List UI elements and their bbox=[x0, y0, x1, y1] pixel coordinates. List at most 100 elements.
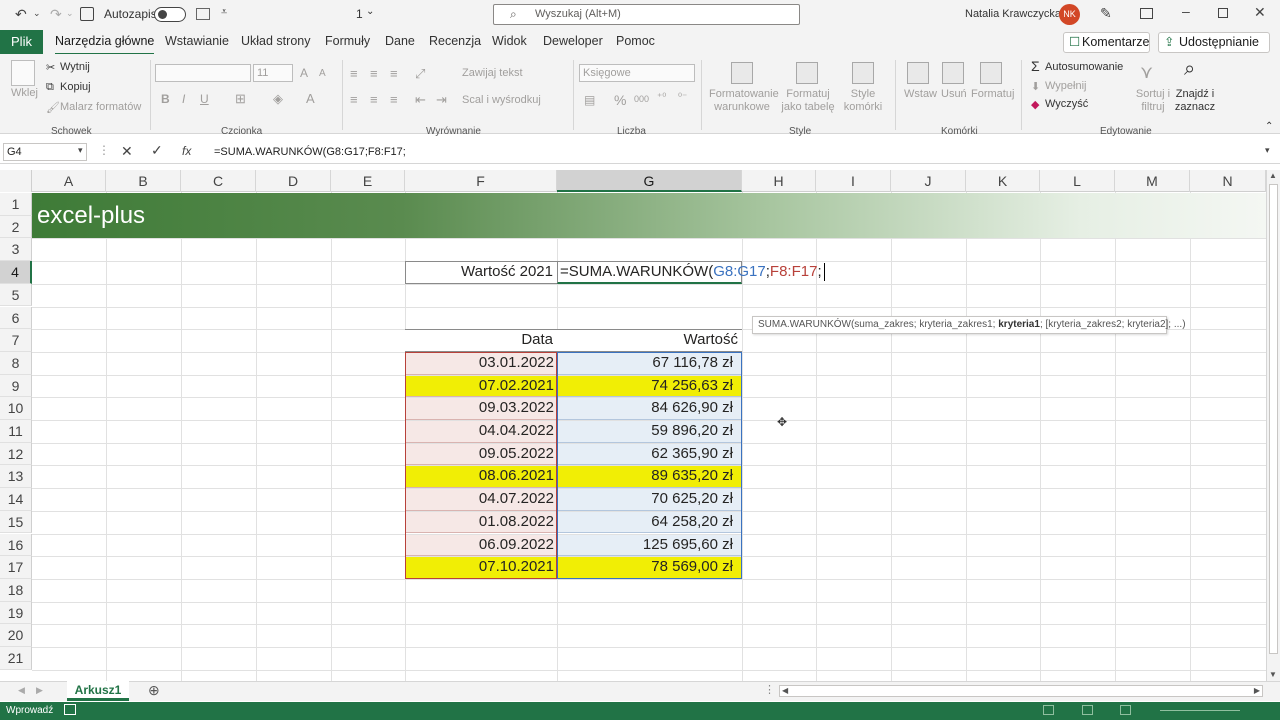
tab-developer[interactable]: Deweloper bbox=[543, 34, 603, 48]
row-header-8[interactable]: 8 bbox=[0, 351, 32, 375]
function-tooltip[interactable]: SUMA.WARUNKÓW(suma_zakres; kryteria_zakr… bbox=[752, 316, 1186, 334]
name-box-dropdown-icon[interactable]: ▾ bbox=[78, 145, 83, 156]
row-header-1[interactable]: 1 bbox=[0, 193, 32, 216]
find-icon[interactable]: ⌕ bbox=[1184, 58, 1195, 81]
autosave-toggle[interactable] bbox=[154, 7, 186, 22]
align-left-icon[interactable]: ≡ bbox=[350, 92, 358, 107]
row-header-5[interactable]: 5 bbox=[0, 283, 32, 307]
next-sheet-icon[interactable]: ▶ bbox=[36, 685, 43, 696]
redo-icon[interactable]: ↷ bbox=[50, 6, 62, 23]
chevron-down-icon[interactable]: ⌄ bbox=[366, 6, 374, 17]
format-cells-icon[interactable] bbox=[980, 62, 1002, 84]
sheet-tab-arkusz1[interactable]: Arkusz1 bbox=[67, 681, 129, 701]
font-color-icon[interactable]: A bbox=[306, 91, 315, 106]
fill-icon[interactable]: ⬇ bbox=[1031, 80, 1040, 93]
clear-icon[interactable]: ◆ bbox=[1031, 98, 1039, 111]
sort-filter-icon[interactable]: ⋎ bbox=[1140, 62, 1153, 83]
avatar[interactable]: NK bbox=[1059, 4, 1080, 25]
row-header-17[interactable]: 17 bbox=[0, 556, 32, 579]
undo-dropdown-icon[interactable]: ⌄ bbox=[33, 8, 41, 19]
page-break-view-icon[interactable] bbox=[1120, 705, 1131, 715]
column-header-j[interactable]: J bbox=[891, 170, 966, 192]
fill-button[interactable]: Wypełnij bbox=[1045, 80, 1086, 92]
column-header-n[interactable]: N bbox=[1190, 170, 1266, 192]
decrease-decimal-icon[interactable]: ⁰⁻ bbox=[678, 92, 687, 103]
underline-button[interactable]: U bbox=[200, 92, 209, 106]
fill-color-icon[interactable]: ◈ bbox=[273, 91, 283, 107]
format-button[interactable]: Formatuj bbox=[971, 88, 1014, 100]
insert-function-icon[interactable]: fx bbox=[182, 144, 191, 158]
format-painter-button[interactable]: Malarz formatów bbox=[60, 101, 141, 113]
row-header-21[interactable]: 21 bbox=[0, 647, 32, 670]
column-header-b[interactable]: B bbox=[106, 170, 181, 192]
scroll-up-icon[interactable]: ▲ bbox=[1269, 171, 1277, 180]
wrap-text-button[interactable]: Zawijaj tekst bbox=[462, 67, 523, 79]
align-right-icon[interactable]: ≡ bbox=[390, 92, 398, 107]
insert-cells-icon[interactable] bbox=[907, 62, 929, 84]
format-painter-icon[interactable]: 🖌 bbox=[46, 101, 60, 114]
row-header-3[interactable]: 3 bbox=[0, 238, 32, 262]
row-header-4[interactable]: 4 bbox=[0, 261, 32, 284]
column-header-c[interactable]: C bbox=[181, 170, 256, 192]
font-name-field[interactable] bbox=[155, 64, 251, 82]
page-layout-view-icon[interactable] bbox=[1082, 705, 1093, 715]
undo-icon[interactable]: ↶ bbox=[15, 6, 27, 23]
thousands-button[interactable]: 000 bbox=[634, 94, 649, 104]
scroll-left-icon[interactable]: ◀ bbox=[782, 686, 788, 695]
share-button[interactable]: ⇪ Udostępnianie bbox=[1158, 32, 1270, 53]
align-bottom-icon[interactable]: ≡ bbox=[390, 66, 398, 81]
row-header-20[interactable]: 20 bbox=[0, 624, 32, 647]
formula-input[interactable]: =SUMA.WARUNKÓW(G8:G17;F8:F17; bbox=[214, 146, 406, 158]
borders-icon[interactable]: ⊞ bbox=[235, 91, 246, 107]
restore-icon[interactable] bbox=[1218, 8, 1228, 18]
paste-icon[interactable] bbox=[11, 60, 35, 86]
vertical-scrollbar[interactable]: ▲ ▼ bbox=[1266, 170, 1280, 681]
conditional-formatting-button[interactable]: Formatowanie warunkowe bbox=[709, 88, 779, 114]
close-icon[interactable]: ✕ bbox=[1254, 4, 1266, 21]
copy-button[interactable]: Kopiuj bbox=[60, 81, 91, 93]
cut-icon[interactable]: ✂ bbox=[46, 61, 55, 74]
customize-toolbar-icon[interactable]: ⩡ bbox=[221, 6, 227, 19]
pen-icon[interactable]: ✎ bbox=[1100, 5, 1112, 22]
find-select-button[interactable]: Znajdź i zaznacz bbox=[1171, 88, 1219, 114]
tab-formulas[interactable]: Formuły bbox=[325, 34, 370, 48]
increase-font-icon[interactable]: A bbox=[300, 66, 308, 80]
zoom-slider[interactable] bbox=[1160, 710, 1240, 711]
column-header-h[interactable]: H bbox=[742, 170, 816, 192]
cell-edit-formula[interactable]: =SUMA.WARUNKÓW(G8:G17;F8:F17; bbox=[560, 263, 825, 281]
form-icon[interactable] bbox=[196, 8, 210, 20]
italic-button[interactable]: I bbox=[182, 92, 185, 106]
prev-sheet-icon[interactable]: ◀ bbox=[18, 685, 25, 696]
scroll-thumb[interactable] bbox=[1269, 184, 1278, 654]
autosum-icon[interactable]: Σ bbox=[1031, 58, 1040, 74]
row-header-7[interactable]: 7 bbox=[0, 329, 32, 352]
delete-cells-icon[interactable] bbox=[942, 62, 964, 84]
tab-data[interactable]: Dane bbox=[385, 34, 415, 48]
scroll-down-icon[interactable]: ▼ bbox=[1269, 670, 1277, 679]
add-sheet-icon[interactable]: ⊕ bbox=[148, 682, 160, 699]
macro-record-icon[interactable] bbox=[64, 704, 76, 715]
column-header-k[interactable]: K bbox=[966, 170, 1040, 192]
row-header-18[interactable]: 18 bbox=[0, 578, 32, 602]
splitter-icon[interactable]: ⋮ bbox=[764, 683, 775, 696]
scroll-right-icon[interactable]: ▶ bbox=[1254, 686, 1260, 695]
cancel-icon[interactable]: ✕ bbox=[121, 143, 133, 160]
row-header-19[interactable]: 19 bbox=[0, 601, 32, 625]
autosum-button[interactable]: Autosumowanie bbox=[1045, 61, 1123, 73]
save-icon[interactable] bbox=[80, 7, 94, 21]
decrease-indent-icon[interactable]: ⇤ bbox=[415, 92, 426, 108]
orientation-icon[interactable]: ⤢ bbox=[415, 66, 425, 82]
number-format-field[interactable]: Księgowe bbox=[579, 64, 695, 82]
percent-button[interactable]: % bbox=[614, 92, 626, 108]
column-header-a[interactable]: A bbox=[32, 170, 106, 192]
row-header-11[interactable]: 11 bbox=[0, 420, 32, 443]
name-box[interactable]: G4 bbox=[3, 143, 87, 161]
currency-icon[interactable]: ▤ bbox=[584, 93, 595, 107]
row-header-15[interactable]: 15 bbox=[0, 510, 32, 534]
comments-button[interactable]: ☐ Komentarze bbox=[1063, 32, 1150, 53]
tab-home[interactable]: Narzędzia główne bbox=[55, 34, 155, 56]
tab-help[interactable]: Pomoc bbox=[616, 34, 655, 48]
cell-styles-button[interactable]: Style komórki bbox=[838, 88, 888, 114]
cell-styles-icon[interactable] bbox=[852, 62, 874, 84]
increase-decimal-icon[interactable]: ⁺⁰ bbox=[657, 92, 666, 103]
